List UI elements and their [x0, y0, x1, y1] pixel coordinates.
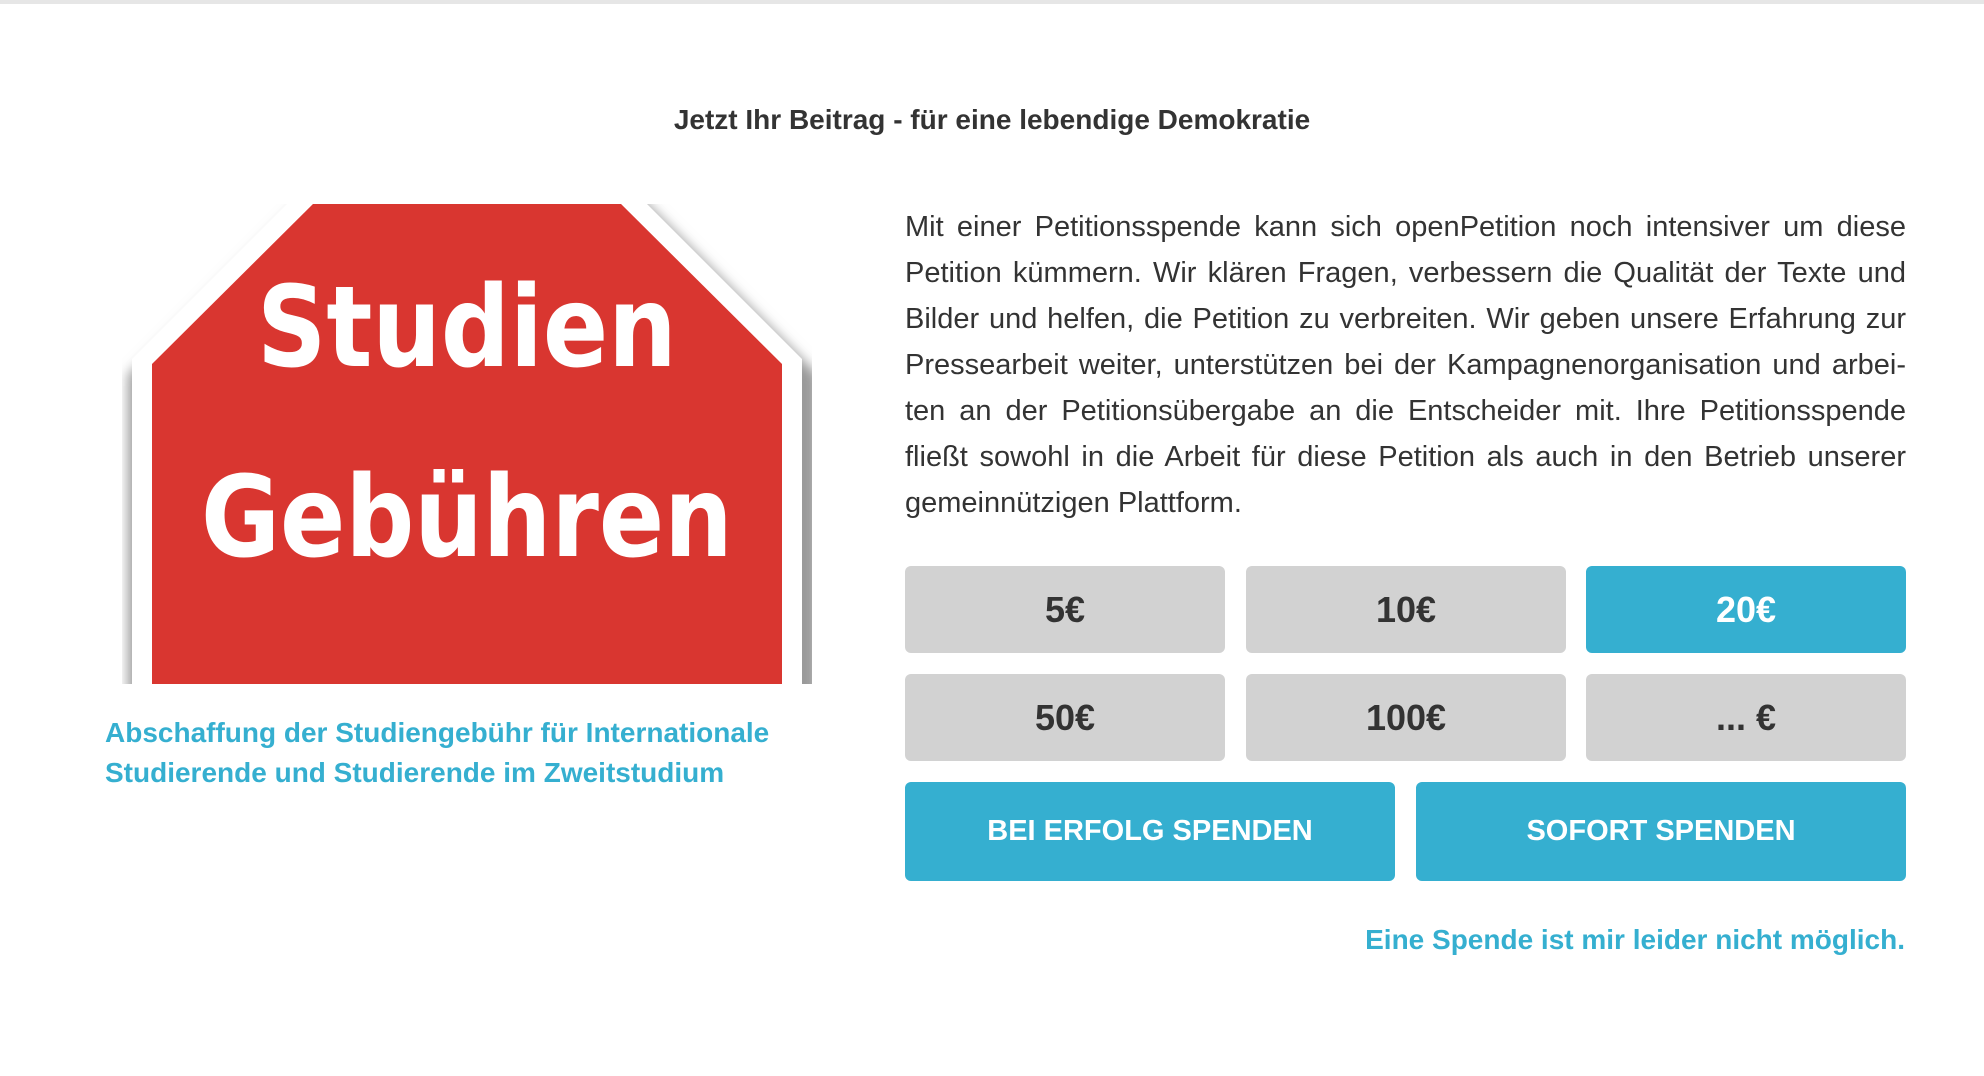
donate-on-success-button[interactable]: BEI ERFOLG SPENDEN [905, 782, 1395, 881]
donation-description: Mit einer Petitionsspende kann sich open… [905, 211, 1906, 519]
amount-button-20[interactable]: 20€ [1586, 566, 1906, 653]
amount-button-100[interactable]: 100€ [1246, 674, 1566, 761]
amount-button-5[interactable]: 5€ [905, 566, 1225, 653]
petition-title-link[interactable]: Abschaffung der Studiengebühr für Intern… [105, 713, 865, 793]
amount-button-custom[interactable]: ... € [1586, 674, 1906, 761]
section-heading: Jetzt Ihr Beitrag - für eine lebendige D… [673, 104, 1311, 135]
donate-now-button[interactable]: SOFORT SPENDEN [1416, 782, 1906, 881]
top-divider [0, 0, 1984, 4]
amount-button-10[interactable]: 10€ [1246, 566, 1566, 653]
sign-text-line2: Gebühren [201, 452, 733, 583]
decline-donation-link[interactable]: Eine Spende ist mir leider nicht möglich… [1365, 924, 1905, 956]
stop-sign-image: Studien Gebühren [128, 204, 812, 684]
sign-text-line1: Studien [257, 262, 677, 393]
amount-button-50[interactable]: 50€ [905, 674, 1225, 761]
petition-image: Studien Gebühren [122, 204, 812, 684]
